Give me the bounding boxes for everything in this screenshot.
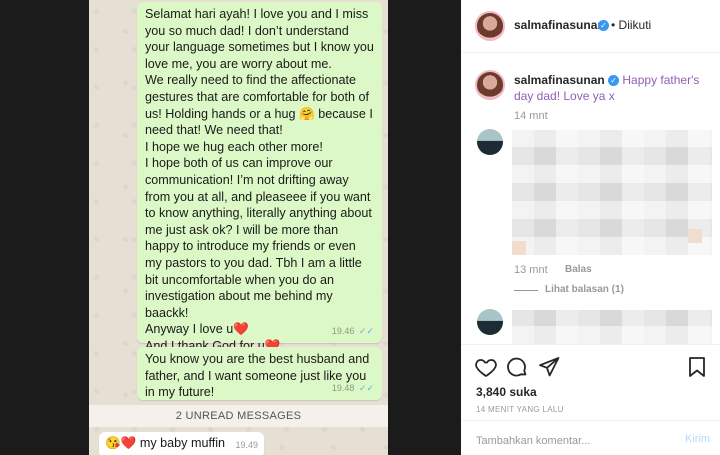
message-text: Selamat hari ayah! I love you and I miss… [145, 7, 374, 369]
whatsapp-screenshot: Selamat hari ayah! I love you and I miss… [89, 0, 388, 455]
message-bubble: Selamat hari ayah! I love you and I miss… [137, 2, 382, 369]
message-bubble: You know you are the best husband and fa… [137, 347, 382, 400]
follow-status-label: Diikuti [618, 18, 652, 32]
verified-badge-icon: ✓ [608, 75, 620, 86]
profile-avatar[interactable] [475, 11, 505, 41]
reply-button[interactable]: Balas [565, 264, 592, 275]
commenter-avatar[interactable] [477, 309, 503, 335]
caption-username[interactable]: salmafinasunan [514, 73, 605, 87]
message-meta: 19.46 ✓✓ [332, 323, 374, 340]
follow-status[interactable]: • Diikuti [611, 18, 651, 32]
caption-avatar[interactable] [475, 70, 505, 100]
comment-time: 13 mnt [514, 264, 548, 276]
commenter-avatar[interactable] [477, 129, 503, 155]
message-time: 19.46 [331, 326, 355, 337]
follow-separator: • [611, 18, 616, 32]
actions-divider [461, 344, 720, 345]
replies-divider [514, 290, 538, 291]
view-replies-link[interactable]: Lihat balasan (1) [545, 284, 624, 295]
header-divider [461, 52, 720, 53]
incoming-message-bubble: 😘❤️ my baby muffin 19.49 [99, 432, 264, 455]
post-comment-button[interactable]: Kirim [685, 433, 710, 445]
read-receipt-icon: ✓✓ [358, 326, 374, 337]
add-comment-input[interactable] [476, 433, 666, 449]
like-count[interactable]: 3,840 suka [476, 385, 537, 399]
comment-icon[interactable] [505, 355, 529, 379]
message-time: 19.48 [331, 383, 355, 394]
message-meta: 19.48 ✓✓ [332, 380, 374, 397]
post-time-ago: 14 MENIT YANG LALU [476, 405, 564, 414]
message-time: 19.49 [235, 440, 258, 450]
comment-divider [461, 420, 720, 421]
verified-badge-icon: ✓ [598, 20, 609, 31]
heart-icon[interactable] [474, 355, 498, 379]
blurred-comment [512, 310, 712, 344]
caption-time: 14 mnt [514, 110, 548, 122]
message-text: 😘❤️ my baby muffin [105, 436, 226, 450]
share-icon[interactable] [537, 355, 561, 379]
instagram-post-panel: salmafinasunan ✓ • Diikuti salmafinasuna… [461, 0, 720, 455]
unread-messages-banner: 2 UNREAD MESSAGES [89, 405, 388, 427]
post-username[interactable]: salmafinasunan [514, 18, 605, 32]
bookmark-icon[interactable] [685, 355, 709, 379]
read-receipt-icon: ✓✓ [358, 383, 374, 394]
post-caption: salmafinasunan ✓ Happy father's day dad!… [514, 72, 710, 104]
blurred-comment [512, 130, 712, 255]
